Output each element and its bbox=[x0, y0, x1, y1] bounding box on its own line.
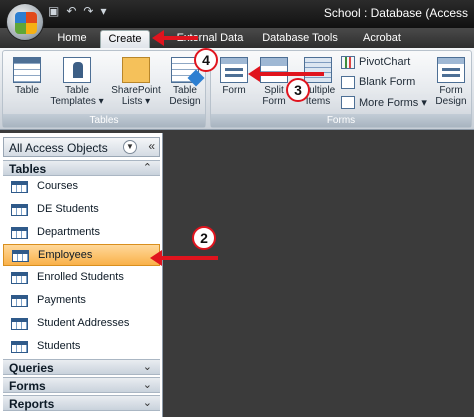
form-button-label: Form bbox=[222, 85, 246, 96]
list-item-label: Enrolled Students bbox=[37, 271, 124, 283]
form-icon bbox=[220, 57, 248, 83]
list-item-label: Departments bbox=[37, 226, 100, 238]
multiple-items-icon bbox=[304, 57, 332, 83]
sharepoint-lists-icon bbox=[122, 57, 150, 83]
ribbon: Table Table Templates ▾ SharePoint Lists… bbox=[0, 48, 474, 130]
sharepoint-lists-label: SharePoint Lists ▾ bbox=[111, 85, 161, 107]
table-icon bbox=[11, 341, 28, 353]
undo-icon[interactable]: ↶ bbox=[66, 4, 76, 18]
table-design-label: Table Design bbox=[169, 85, 201, 107]
table-icon bbox=[11, 227, 28, 239]
list-item[interactable]: Departments bbox=[3, 222, 160, 244]
form-design-button[interactable]: Form Design bbox=[431, 57, 471, 107]
table-icon bbox=[11, 204, 28, 216]
list-item-label: Employees bbox=[38, 249, 93, 261]
table-icon bbox=[11, 318, 28, 330]
category-tables[interactable]: Tables ⌃ bbox=[3, 160, 160, 176]
table-templates-button[interactable]: Table Templates ▾ bbox=[47, 57, 107, 107]
category-reports-label: Reports bbox=[9, 397, 55, 411]
save-icon[interactable]: ▣ bbox=[48, 4, 59, 18]
category-queries[interactable]: Queries ⌄ bbox=[3, 359, 160, 375]
table-icon bbox=[11, 181, 28, 193]
category-forms-label: Forms bbox=[9, 379, 46, 393]
chevron-down-icon: ⌄ bbox=[142, 361, 152, 373]
table-icon bbox=[11, 295, 28, 307]
chevron-down-icon[interactable]: ▼ bbox=[123, 140, 137, 154]
tab-create[interactable]: Create bbox=[100, 30, 150, 48]
nav-pane-header[interactable]: All Access Objects ▼ « bbox=[3, 137, 160, 157]
chevron-down-icon: ⌄ bbox=[142, 379, 152, 391]
table-templates-icon bbox=[63, 57, 91, 83]
split-form-label: Split Form bbox=[262, 85, 286, 107]
list-item-label: Payments bbox=[37, 294, 86, 306]
table-button[interactable]: Table bbox=[7, 57, 47, 96]
list-item-selected[interactable]: Employees bbox=[3, 244, 160, 266]
tab-acrobat[interactable]: Acrobat bbox=[358, 30, 406, 48]
table-icon bbox=[11, 272, 28, 284]
blank-form-label: Blank Form bbox=[359, 76, 416, 88]
shutter-bar-close-icon[interactable]: « bbox=[148, 139, 155, 153]
navigation-pane: All Access Objects ▼ « Tables ⌃ Courses … bbox=[0, 133, 163, 417]
list-item[interactable]: Payments bbox=[3, 290, 160, 312]
title-bar: ▣ ↶ ↷ ▾ School : Database (Access bbox=[0, 0, 474, 28]
tables-group: Table Table Templates ▾ SharePoint Lists… bbox=[2, 50, 206, 128]
table-icon bbox=[12, 250, 29, 262]
office-logo-icon bbox=[15, 12, 37, 34]
annotation-callout-2: 2 bbox=[192, 226, 216, 250]
list-item-label: Students bbox=[37, 340, 81, 352]
list-item[interactable]: Students bbox=[3, 336, 160, 358]
tab-home[interactable]: Home bbox=[52, 30, 92, 48]
annotation-arrow-form bbox=[248, 66, 324, 82]
pivotchart-label: PivotChart bbox=[359, 56, 411, 68]
blank-form-button[interactable]: Blank Form bbox=[341, 72, 415, 92]
category-tables-label: Tables bbox=[9, 162, 47, 176]
category-forms[interactable]: Forms ⌄ bbox=[3, 377, 160, 393]
list-item[interactable]: DE Students bbox=[3, 199, 160, 221]
table-templates-label: Table Templates ▾ bbox=[50, 85, 104, 107]
window-title: School : Database (Access bbox=[323, 6, 468, 20]
pivotchart-icon bbox=[341, 55, 355, 69]
annotation-arrow-create bbox=[152, 30, 198, 46]
list-item[interactable]: Courses bbox=[3, 176, 160, 198]
annotation-callout-3: 4 bbox=[194, 48, 218, 72]
annotation-callout-4: 3 bbox=[286, 78, 310, 102]
table-button-label: Table bbox=[15, 85, 39, 96]
list-item[interactable]: Student Addresses bbox=[3, 313, 160, 335]
chevron-down-icon: ⌄ bbox=[142, 397, 152, 409]
list-item-label: DE Students bbox=[37, 203, 99, 215]
sharepoint-lists-button[interactable]: SharePoint Lists ▾ bbox=[107, 57, 165, 107]
list-item[interactable]: Enrolled Students bbox=[3, 267, 160, 289]
tables-group-label: Tables bbox=[3, 114, 205, 127]
category-queries-label: Queries bbox=[9, 361, 54, 375]
chevron-up-icon: ⌃ bbox=[142, 162, 152, 174]
list-item-label: Student Addresses bbox=[37, 317, 130, 329]
form-design-label: Form Design bbox=[435, 85, 467, 107]
pivotchart-button[interactable]: PivotChart bbox=[341, 52, 410, 72]
ribbon-tab-row: Home Create External Data Database Tools… bbox=[0, 28, 474, 48]
document-work-area bbox=[164, 133, 474, 417]
quick-access-toolbar: ▣ ↶ ↷ ▾ bbox=[48, 4, 107, 18]
redo-icon[interactable]: ↷ bbox=[83, 4, 93, 18]
annotation-arrow-employees bbox=[150, 250, 218, 266]
forms-group-label: Forms bbox=[211, 114, 471, 127]
more-forms-button[interactable]: More Forms ▾ bbox=[341, 92, 427, 112]
form-design-icon bbox=[437, 57, 465, 83]
office-button[interactable] bbox=[6, 3, 44, 41]
tab-database-tools[interactable]: Database Tools bbox=[258, 30, 342, 48]
nav-pane-title: All Access Objects bbox=[9, 141, 108, 155]
more-forms-icon bbox=[341, 95, 355, 109]
list-item-label: Courses bbox=[37, 180, 78, 192]
category-reports[interactable]: Reports ⌄ bbox=[3, 395, 160, 411]
blank-form-icon bbox=[341, 75, 355, 89]
more-forms-label: More Forms ▾ bbox=[359, 96, 427, 109]
table-icon bbox=[13, 57, 41, 83]
customize-qat-icon[interactable]: ▾ bbox=[100, 4, 106, 18]
split-form-icon bbox=[260, 57, 288, 83]
